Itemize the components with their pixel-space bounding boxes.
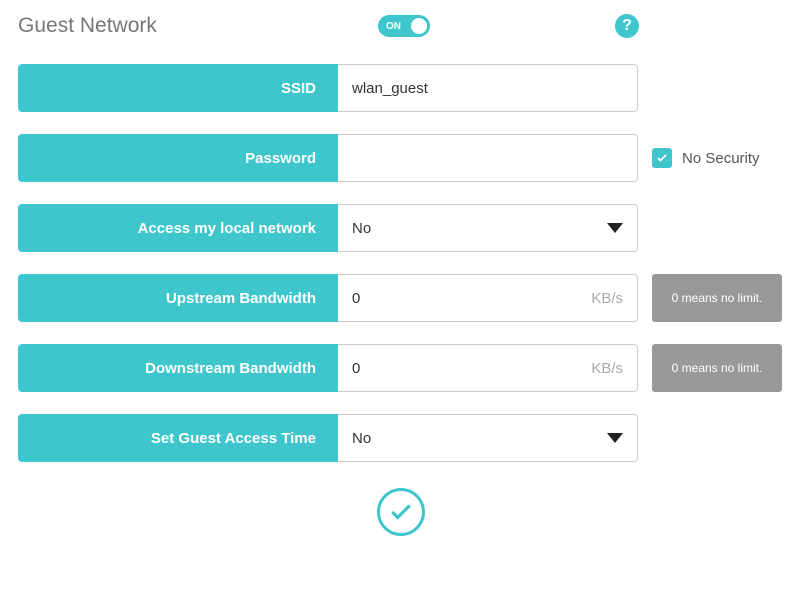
toggle-knob: [411, 18, 427, 34]
no-security-label: No Security: [682, 150, 760, 167]
page-title: Guest Network: [18, 14, 157, 38]
ssid-input[interactable]: [352, 80, 623, 97]
downstream-input[interactable]: [352, 360, 515, 377]
help-icon[interactable]: ?: [615, 14, 639, 38]
chevron-down-icon: [607, 223, 623, 233]
password-label: Password: [18, 134, 338, 182]
password-row: Password No Security: [18, 134, 784, 182]
upstream-row: Upstream Bandwidth KB/s 0 means no limit…: [18, 274, 784, 322]
access-local-value: No: [352, 220, 371, 237]
downstream-unit: KB/s: [591, 360, 623, 377]
chevron-down-icon: [607, 433, 623, 443]
confirm-button[interactable]: [377, 488, 425, 536]
toggle-on-label: ON: [386, 21, 401, 32]
guest-time-value: No: [352, 430, 371, 447]
no-security-checkbox[interactable]: [652, 148, 672, 168]
upstream-hint: 0 means no limit.: [652, 274, 782, 322]
confirm-check-icon: [388, 499, 414, 525]
downstream-row: Downstream Bandwidth KB/s 0 means no lim…: [18, 344, 784, 392]
downstream-hint: 0 means no limit.: [652, 344, 782, 392]
guest-time-select[interactable]: No: [338, 414, 638, 462]
password-input[interactable]: [352, 150, 623, 167]
check-icon: [656, 152, 668, 164]
guest-time-label: Set Guest Access Time: [18, 414, 338, 462]
guest-network-toggle[interactable]: ON: [378, 15, 430, 37]
upstream-label: Upstream Bandwidth: [18, 274, 338, 322]
ssid-row: SSID: [18, 64, 784, 112]
guest-time-row: Set Guest Access Time No: [18, 414, 784, 462]
downstream-label: Downstream Bandwidth: [18, 344, 338, 392]
ssid-label: SSID: [18, 64, 338, 112]
upstream-unit: KB/s: [591, 290, 623, 307]
access-local-select[interactable]: No: [338, 204, 638, 252]
upstream-input[interactable]: [352, 290, 515, 307]
access-local-row: Access my local network No: [18, 204, 784, 252]
access-local-label: Access my local network: [18, 204, 338, 252]
